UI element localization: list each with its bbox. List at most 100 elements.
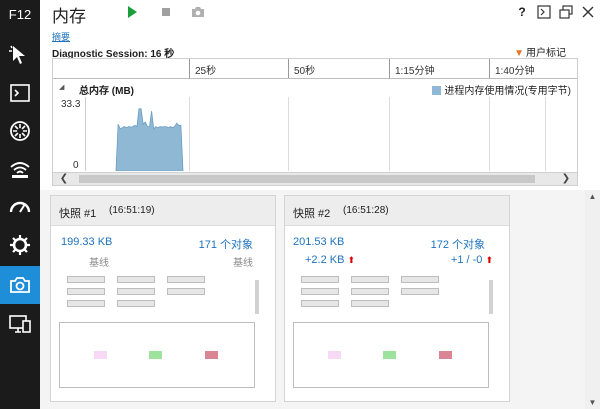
size-delta: +2.2 KB <box>305 254 345 266</box>
tool-title: 内存 <box>52 7 86 26</box>
object-delta-link[interactable]: +1 / -0 ⬆ <box>451 254 493 266</box>
thumb-button <box>351 300 389 307</box>
summary-link[interactable]: 摘要 <box>52 30 70 43</box>
snapshot-time: (16:51:19) <box>109 205 155 216</box>
emulation-icon <box>9 315 31 333</box>
thumb-button <box>67 276 105 283</box>
stop-profiling-button[interactable] <box>158 4 174 20</box>
thumb-swatch <box>94 351 107 359</box>
thumb-button <box>117 276 155 283</box>
profiler-icon <box>10 235 30 255</box>
legend-label: 进程内存使用情况(专用字节) <box>444 86 571 97</box>
thumb-scrollbar <box>255 280 259 314</box>
undock-button[interactable] <box>558 4 574 20</box>
start-profiling-button[interactable] <box>124 4 140 20</box>
thumb-frame <box>59 322 255 388</box>
ruler-tick <box>389 59 390 78</box>
time-ruler[interactable]: 25秒 50秒 1:15分钟 1:40分钟 <box>53 59 577 79</box>
console-icon <box>10 84 30 102</box>
tick-label: 1:15分钟 <box>395 66 435 77</box>
baseline-label: 基线 <box>89 258 109 269</box>
f12-label: F12 <box>8 7 32 22</box>
scroll-thumb[interactable] <box>79 175 535 183</box>
profiler-button[interactable] <box>0 226 40 264</box>
thumb-button <box>301 276 339 283</box>
tick-label: 1:40分钟 <box>495 66 535 77</box>
size-delta-link[interactable]: +2.2 KB ⬆ <box>305 254 355 266</box>
undock-icon <box>559 5 573 19</box>
memory-button[interactable] <box>0 266 40 304</box>
thumb-button <box>301 288 339 295</box>
snapshot-header: 快照 #1 (16:51:19) <box>51 196 275 226</box>
timeline-scrollbar[interactable]: ❮ ❯ <box>53 172 577 185</box>
memory-plot[interactable] <box>85 97 546 171</box>
ui-responsiveness-icon <box>9 201 31 213</box>
debugger-button[interactable] <box>0 112 40 150</box>
console-toggle-icon <box>537 5 551 19</box>
snapshot-thumbnail[interactable] <box>59 274 259 392</box>
scroll-left-icon[interactable]: ❮ <box>57 173 71 185</box>
graph-legend: 进程内存使用情况(专用字节) <box>432 82 571 97</box>
baseline-label: 基线 <box>233 258 253 269</box>
scroll-up-icon[interactable]: ▲ <box>585 192 600 201</box>
object-delta: +1 / -0 <box>450 254 483 266</box>
close-button[interactable] <box>580 4 596 20</box>
snapshot-name: 快照 #1 <box>59 208 97 220</box>
ruler-tick <box>288 59 289 78</box>
f12-toolbar: F12 <box>0 0 40 409</box>
snapshot-header: 快照 #2 (16:51:28) <box>285 196 509 226</box>
thumb-button <box>167 288 205 295</box>
user-mark-legend: ▼ 用户标记 <box>514 44 566 59</box>
collapse-icon[interactable]: ◢ <box>59 83 64 91</box>
thumb-button <box>401 276 439 283</box>
emulation-button[interactable] <box>0 305 40 343</box>
snapshot-size-link[interactable]: 201.53 KB <box>293 236 344 248</box>
snapshot-card-1[interactable]: 快照 #1 (16:51:19) 199.33 KB 171 个对象 基线 基线 <box>50 195 276 402</box>
vertical-scrollbar[interactable]: ▲ ▼ <box>585 190 600 409</box>
thumb-button <box>167 276 205 283</box>
graph-header: ◢ 总内存 (MB) 进程内存使用情况(专用字节) <box>53 80 577 97</box>
take-snapshot-button[interactable] <box>190 4 206 20</box>
y-max-label: 33.3 <box>61 99 81 110</box>
scroll-down-icon[interactable]: ▼ <box>585 398 600 407</box>
ruler-tick <box>189 59 190 78</box>
dom-select-icon <box>9 45 25 64</box>
graph-title: 总内存 (MB) <box>79 86 134 97</box>
thumb-swatch <box>383 351 396 359</box>
thumb-scrollbar <box>489 280 493 314</box>
play-icon <box>128 6 137 18</box>
export-button[interactable] <box>536 4 552 20</box>
thumb-button <box>67 300 105 307</box>
snapshot-thumbnail[interactable] <box>293 274 493 392</box>
thumb-button <box>117 288 155 295</box>
memory-chart-svg <box>115 108 184 171</box>
dom-select-button[interactable] <box>0 36 40 74</box>
ruler-tick <box>489 59 490 78</box>
thumb-button <box>351 276 389 283</box>
help-button[interactable]: ? <box>514 4 530 20</box>
snapshot-objects-link[interactable]: 171 个对象 <box>199 236 253 252</box>
console-button[interactable] <box>0 74 40 112</box>
memory-area-series <box>115 108 184 171</box>
thumb-swatch <box>205 351 218 359</box>
stop-icon <box>162 8 170 16</box>
ui-responsiveness-button[interactable] <box>0 188 40 226</box>
tick-label: 25秒 <box>195 66 217 77</box>
snapshot-objects-link[interactable]: 172 个对象 <box>431 236 485 252</box>
debugger-icon <box>10 121 30 141</box>
increase-arrow-icon: ⬆ <box>347 255 356 265</box>
title-bar: 内存 ? <box>40 0 600 26</box>
thumb-button <box>67 288 105 295</box>
network-button[interactable] <box>0 150 40 188</box>
legend-swatch <box>432 86 442 95</box>
snapshot-area: 快照 #1 (16:51:19) 199.33 KB 171 个对象 基线 基线 <box>40 190 585 409</box>
increase-arrow-icon: ⬆ <box>485 255 493 265</box>
timeline-panel: 25秒 50秒 1:15分钟 1:40分钟 ◢ 总内存 (MB) 进程内存使用情… <box>52 58 578 186</box>
snapshot-time: (16:51:28) <box>343 205 389 216</box>
thumb-swatch <box>149 351 162 359</box>
thumb-button <box>301 300 339 307</box>
snapshot-card-2[interactable]: 快照 #2 (16:51:28) 201.53 KB 172 个对象 +2.2 … <box>284 195 510 402</box>
scroll-right-icon[interactable]: ❯ <box>559 173 573 185</box>
thumb-swatch <box>439 351 452 359</box>
snapshot-size-link[interactable]: 199.33 KB <box>61 236 112 248</box>
